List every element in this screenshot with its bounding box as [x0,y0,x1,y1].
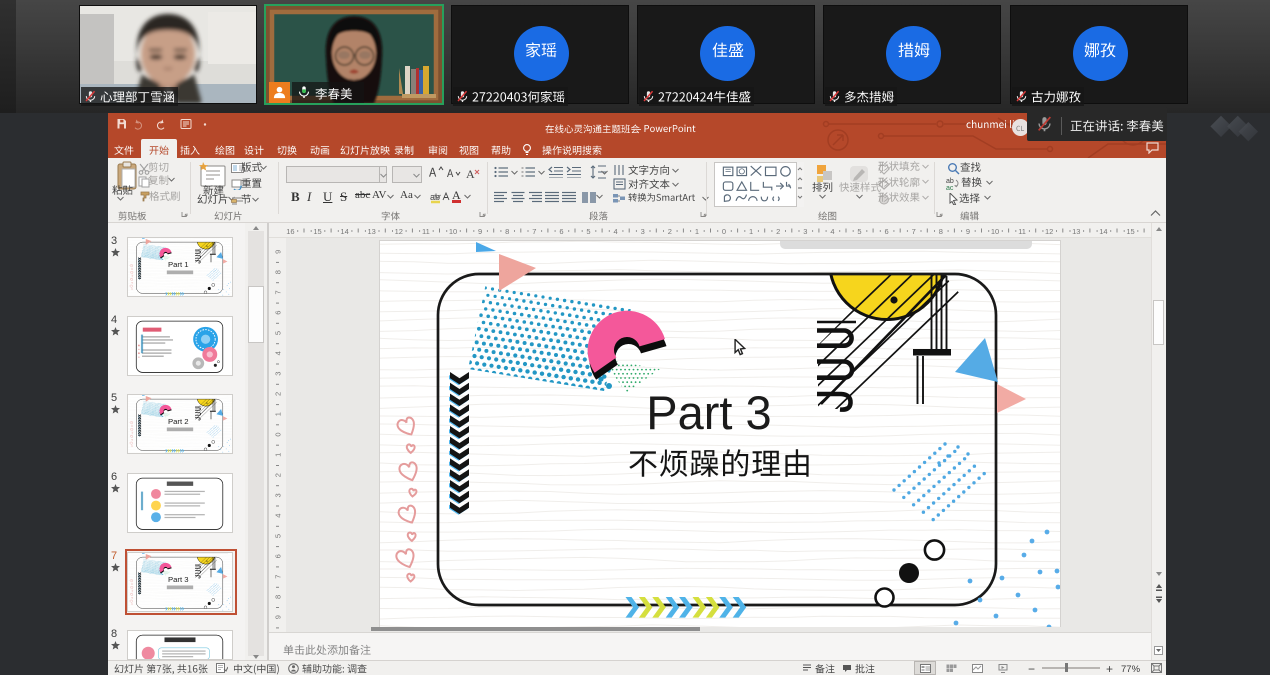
svg-text:1: 1 [749,227,753,236]
svg-text:15: 15 [1126,227,1134,236]
svg-text:4: 4 [614,227,618,236]
svg-text:7: 7 [912,227,916,236]
svg-text:6: 6 [274,554,283,558]
svg-text:2: 2 [274,392,283,396]
svg-text:3: 3 [274,372,283,376]
svg-text:10: 10 [991,227,999,236]
svg-text:1: 1 [274,453,283,457]
svg-text:1: 1 [274,412,283,416]
svg-text:4: 4 [274,514,283,518]
svg-text:ac: ac [946,185,954,190]
svg-text:7: 7 [274,575,283,579]
svg-text:9: 9 [966,227,970,236]
svg-text:Part 3: Part 3 [168,575,189,584]
svg-text:13: 13 [1072,227,1080,236]
svg-text:4: 4 [274,351,283,355]
svg-text:9: 9 [274,250,283,254]
svg-text:7: 7 [274,290,283,294]
svg-text:9: 9 [478,227,482,236]
svg-text:Part 2: Part 2 [168,418,189,427]
svg-text:5: 5 [274,331,283,335]
svg-text:14: 14 [1099,227,1107,236]
svg-text:13: 13 [368,227,376,236]
svg-text:7: 7 [532,227,536,236]
svg-text:14: 14 [340,227,348,236]
svg-text:3: 3 [274,493,283,497]
svg-text:2: 2 [668,227,672,236]
svg-text:3: 3 [803,227,807,236]
svg-text:2: 2 [274,473,283,477]
svg-text:6: 6 [274,311,283,315]
svg-text:4: 4 [830,227,834,236]
svg-text:15: 15 [313,227,321,236]
svg-text:5: 5 [857,227,861,236]
svg-text:9: 9 [274,615,283,619]
svg-text:12: 12 [1045,227,1053,236]
svg-text:8: 8 [274,270,283,274]
svg-text:12: 12 [395,227,403,236]
svg-text:3: 3 [641,227,645,236]
svg-text:11: 11 [1018,227,1026,236]
svg-text:5: 5 [586,227,590,236]
svg-text:6: 6 [559,227,563,236]
svg-text:8: 8 [505,227,509,236]
svg-text:8: 8 [274,595,283,599]
svg-text:0: 0 [722,227,726,236]
svg-text:8: 8 [939,227,943,236]
svg-text:11: 11 [422,227,430,236]
svg-text:ab: ab [946,178,954,185]
svg-text:16: 16 [286,227,294,236]
svg-text:10: 10 [449,227,457,236]
svg-text:6: 6 [885,227,889,236]
svg-text:Part 3: Part 3 [646,386,771,439]
svg-text:2: 2 [776,227,780,236]
svg-text:5: 5 [274,534,283,538]
svg-text:A: A [466,167,475,181]
svg-text:1: 1 [695,227,699,236]
svg-text:Part 1: Part 1 [168,261,189,270]
svg-text:0: 0 [274,432,283,436]
